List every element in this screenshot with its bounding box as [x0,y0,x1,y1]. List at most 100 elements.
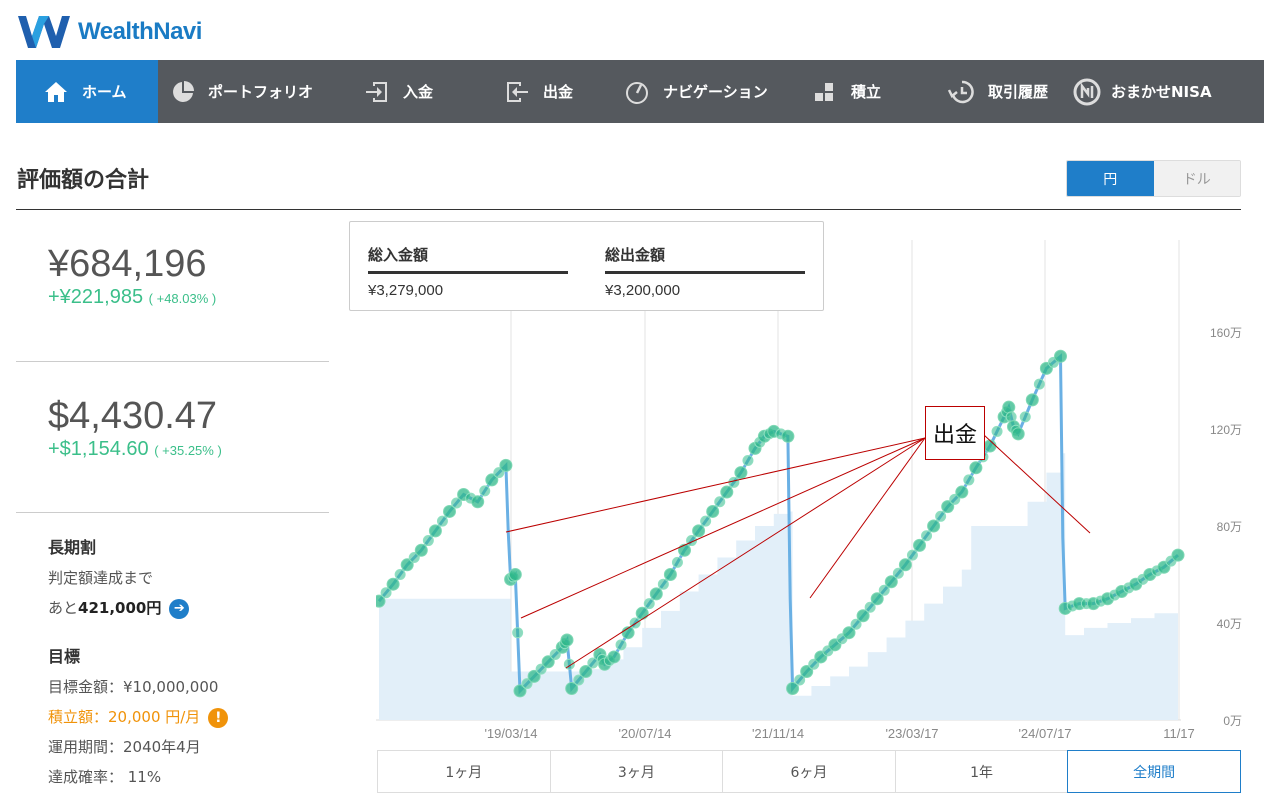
long-term-heading: 長期割 [48,538,97,557]
summary-withdraw-label: 総出金額 [605,244,805,274]
summary-deposit-value: ¥3,279,000 [368,282,444,299]
nav-deposit[interactable]: 入金 [335,60,477,123]
pie-chart-icon [173,80,194,102]
data-point [706,504,720,518]
summary-withdraw-value: ¥3,200,000 [605,282,681,299]
data-point [906,549,918,561]
history-icon [948,80,974,103]
goal-section: 目標 目標金額：¥10,000,000 積立額：20,000 円/月! 運用期間… [48,642,229,792]
data-point [471,495,485,509]
data-point [663,568,677,581]
yen-gain-percent: ( +48.03% ) [148,291,217,306]
nav-savings[interactable]: 積立 [783,60,916,123]
data-point [499,458,513,472]
x-tick-label: '24/07/17 [1018,726,1071,741]
nav-history[interactable]: 取引履歴 [916,60,1051,123]
wealthnavi-logo-icon [18,16,70,48]
data-point [781,429,795,443]
summary-withdraw: 総出金額 ¥3,200,000 [605,244,805,299]
currency-yen-button[interactable]: 円 [1067,161,1154,196]
usd-gain: +$1,154.60 [48,438,149,460]
data-point [935,510,947,522]
period-1m[interactable]: 1ヶ月 [377,750,550,793]
currency-dollar-button[interactable]: ドル [1153,161,1240,196]
warning-icon[interactable]: ! [208,707,229,728]
data-point [1171,548,1185,562]
data-point [700,515,712,527]
y-tick-label: 40万 [1217,617,1242,631]
usd-valuation: $4,430.47 +$1,154.60 ( +35.25% ) [16,395,329,461]
withdraw-icon [507,81,528,102]
data-point [560,633,574,647]
data-point [742,455,754,467]
data-point [1019,411,1031,423]
data-point [479,485,491,497]
period-3m[interactable]: 3ヶ月 [549,750,723,793]
data-point [678,543,691,557]
summary-box: 総入金額 ¥3,279,000 総出金額 ¥3,200,000 [349,221,824,311]
nav-home[interactable]: ホーム [16,60,158,123]
data-point [508,568,522,581]
data-point [1011,427,1025,441]
yen-total: ¥684,196 [48,243,207,285]
y-tick-label: 160万 [1210,326,1242,340]
nav-portfolio-label: ポートフォリオ [208,83,314,101]
valuation-chart[interactable]: 0万 40万 80万 120万 160万 '19/03/14 '20/07/14 '21/11… [376,240,1264,745]
data-point [692,524,706,538]
data-point [927,519,941,533]
arrow-right-icon[interactable]: ➔ [169,598,190,619]
x-tick-label: '21/11/14 [752,726,804,741]
goal-monthly-row: 積立額：20,000 円/月! [48,702,229,732]
data-point [1025,393,1039,407]
yen-valuation: ¥684,196 +¥221,985 ( +48.03% ) [16,243,329,309]
summary-deposit: 総入金額 ¥3,279,000 [368,244,568,299]
y-tick-label: 0万 [1223,714,1242,728]
yen-gain-row: +¥221,985 ( +48.03% ) [16,286,329,309]
goal-heading: 目標 [48,647,81,666]
x-tick-label: '23/03/17 [885,726,938,741]
period-tabs: 1ヶ月 3ヶ月 6ヶ月 1年 全期間 [377,750,1241,793]
data-point [720,485,734,499]
period-1y[interactable]: 1年 [894,750,1068,793]
withdrawal-annotation: 出金 [925,406,985,460]
nav-withdraw[interactable]: 出金 [477,60,595,123]
data-point [1033,378,1045,390]
data-point [1054,349,1067,363]
brand-logo[interactable]: WealthNavi [16,12,202,52]
nav-nisa[interactable]: おまかせNISA [1051,60,1231,123]
goal-period: 運用期間：2040年4月 [48,738,201,756]
long-term-discount: 長期割 判定額達成まで あと421,000円 ➔ [48,533,190,623]
data-point [643,598,655,610]
data-point [983,439,997,453]
currency-toggle: 円 ドル [1066,160,1241,197]
data-point [428,524,442,538]
summary-deposit-label: 総入金額 [368,244,568,274]
period-all[interactable]: 全期間 [1067,750,1241,793]
data-point [414,543,428,557]
nav-navigation[interactable]: ナビゲーション [595,60,783,123]
page-title: 評価額の合計 [17,168,150,193]
data-point [1002,400,1016,414]
long-term-amount: 421,000円 [78,599,162,617]
nav-home-label: ホーム [82,83,127,101]
data-point [969,461,983,475]
annotation-line [809,437,926,599]
usd-gain-percent: ( +35.25% ) [154,443,222,458]
nav-deposit-label: 入金 [403,83,434,101]
data-point [615,639,627,651]
title-divider [16,209,1241,210]
data-point [422,535,434,547]
data-point [913,538,926,552]
data-point [657,578,669,590]
divider [16,361,329,362]
x-tick-label: '19/03/14 [484,726,537,741]
divider [16,512,329,513]
period-6m[interactable]: 6ヶ月 [722,750,895,793]
data-point [607,650,621,664]
goal-target: 目標金額：¥10,000,000 [48,678,219,696]
nav-portfolio[interactable]: ポートフォリオ [158,60,335,123]
nav-savings-label: 積立 [851,83,882,101]
data-point [436,515,448,527]
data-point [714,496,726,508]
x-tick-label: 11/17 [1163,726,1195,741]
